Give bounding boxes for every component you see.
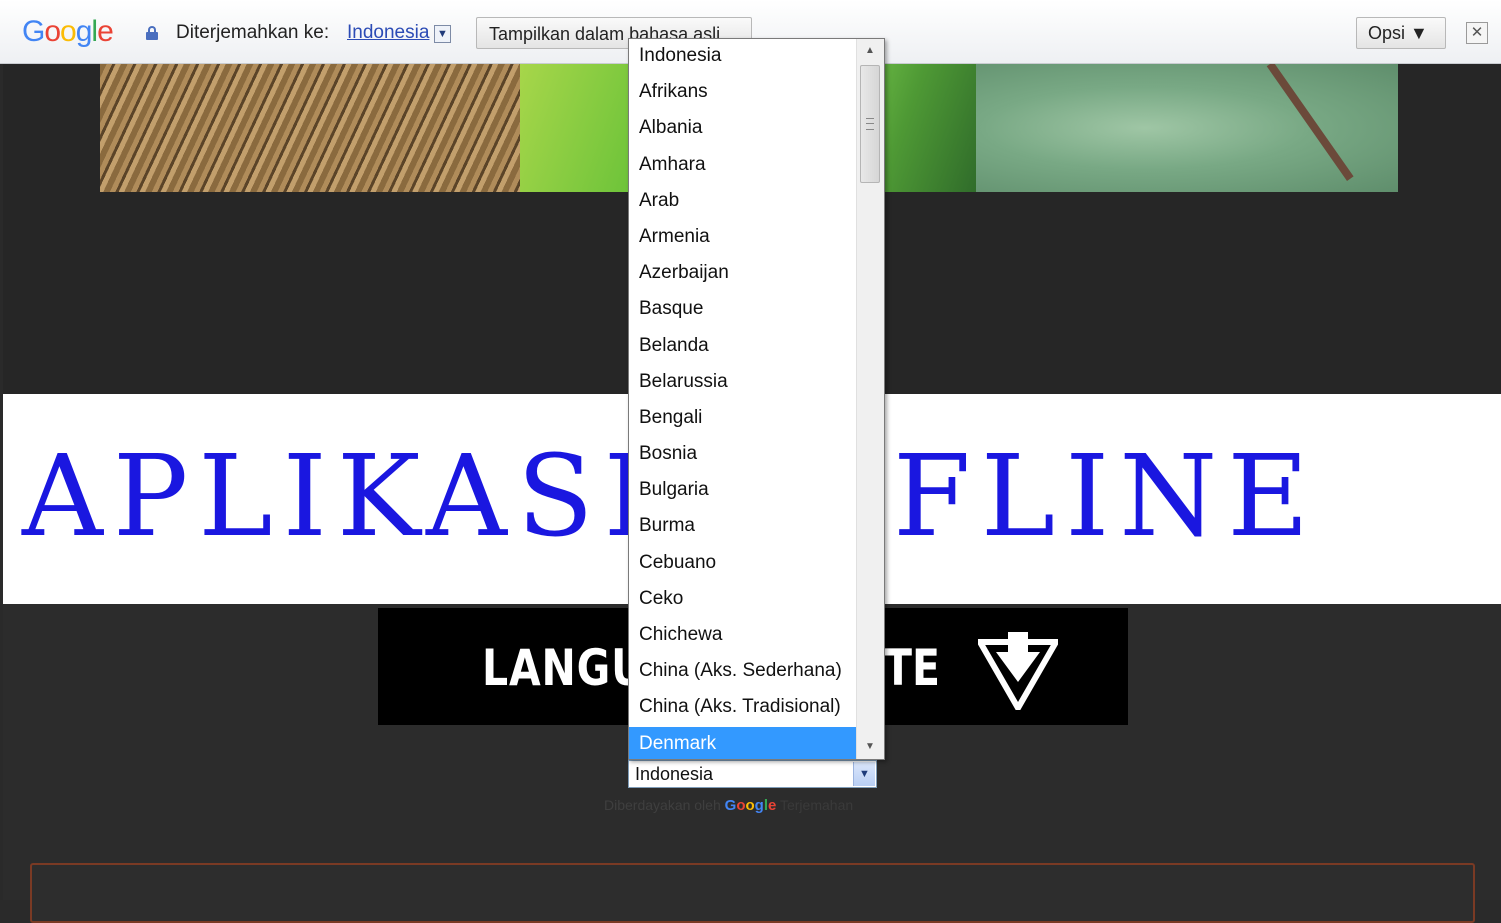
language-option[interactable]: Belarussia [629,365,857,401]
language-option[interactable]: Ceko [629,582,857,618]
powered-by-google-translate: Diberdayakan oleh Google Terjemahan [604,797,854,814]
language-option[interactable]: China (Aks. Tradisional) [629,690,857,726]
photo-leaf [976,64,1398,192]
language-option[interactable]: Arab [629,184,857,220]
dropdown-scrollbar[interactable]: ▲ ▼ [856,39,884,759]
language-option[interactable]: Bosnia [629,437,857,473]
content-box [30,863,1475,923]
language-menu-arrow-icon[interactable]: ▼ [434,25,451,43]
language-option[interactable]: Burma [629,509,857,545]
language-option[interactable]: Chichewa [629,618,857,654]
language-select-value: Indonesia [635,764,714,784]
language-option[interactable]: Bulgaria [629,473,857,509]
translated-to-label: Diterjemahkan ke: [176,22,330,43]
language-option[interactable]: China (Aks. Sederhana) [629,654,857,690]
language-option[interactable]: Azerbaijan [629,256,857,292]
photo-straw [100,64,530,192]
close-icon[interactable]: ✕ [1466,22,1488,44]
target-language-link[interactable]: Indonesia [347,22,429,44]
google-brand-link[interactable]: Google [725,797,777,814]
scrollbar-thumb[interactable] [860,65,880,183]
lock-icon [146,26,158,40]
language-option[interactable]: Bengali [629,401,857,437]
language-options-list: Indonesia Afrikans Albania Amhara Arab Armeni… [629,39,857,759]
down-arrow-icon [978,632,1058,710]
language-option[interactable]: Denmark [629,726,857,759]
language-option[interactable]: Cebuano [629,546,857,582]
options-button[interactable]: Opsi ▼ [1356,17,1446,49]
language-option[interactable]: Afrikans [629,75,857,111]
language-dropdown[interactable]: Indonesia Afrikans Albania Amhara Arab Armeni… [628,38,885,760]
language-option[interactable]: Amhara [629,148,857,184]
chevron-down-icon[interactable]: ▼ [853,762,875,786]
language-option[interactable]: Basque [629,292,857,328]
language-select[interactable]: Indonesia ▼ [628,760,877,788]
language-option[interactable]: Indonesia [629,39,857,75]
translate-link[interactable]: Terjemahan [780,797,853,813]
banner-text-right: TE [884,639,940,697]
language-option[interactable]: Albania [629,111,857,147]
language-option[interactable]: Armenia [629,220,857,256]
google-logo: Google [22,15,114,48]
scroll-up-icon[interactable]: ▲ [859,40,881,62]
scroll-down-icon[interactable]: ▼ [859,736,881,758]
language-option[interactable]: Belanda [629,329,857,365]
